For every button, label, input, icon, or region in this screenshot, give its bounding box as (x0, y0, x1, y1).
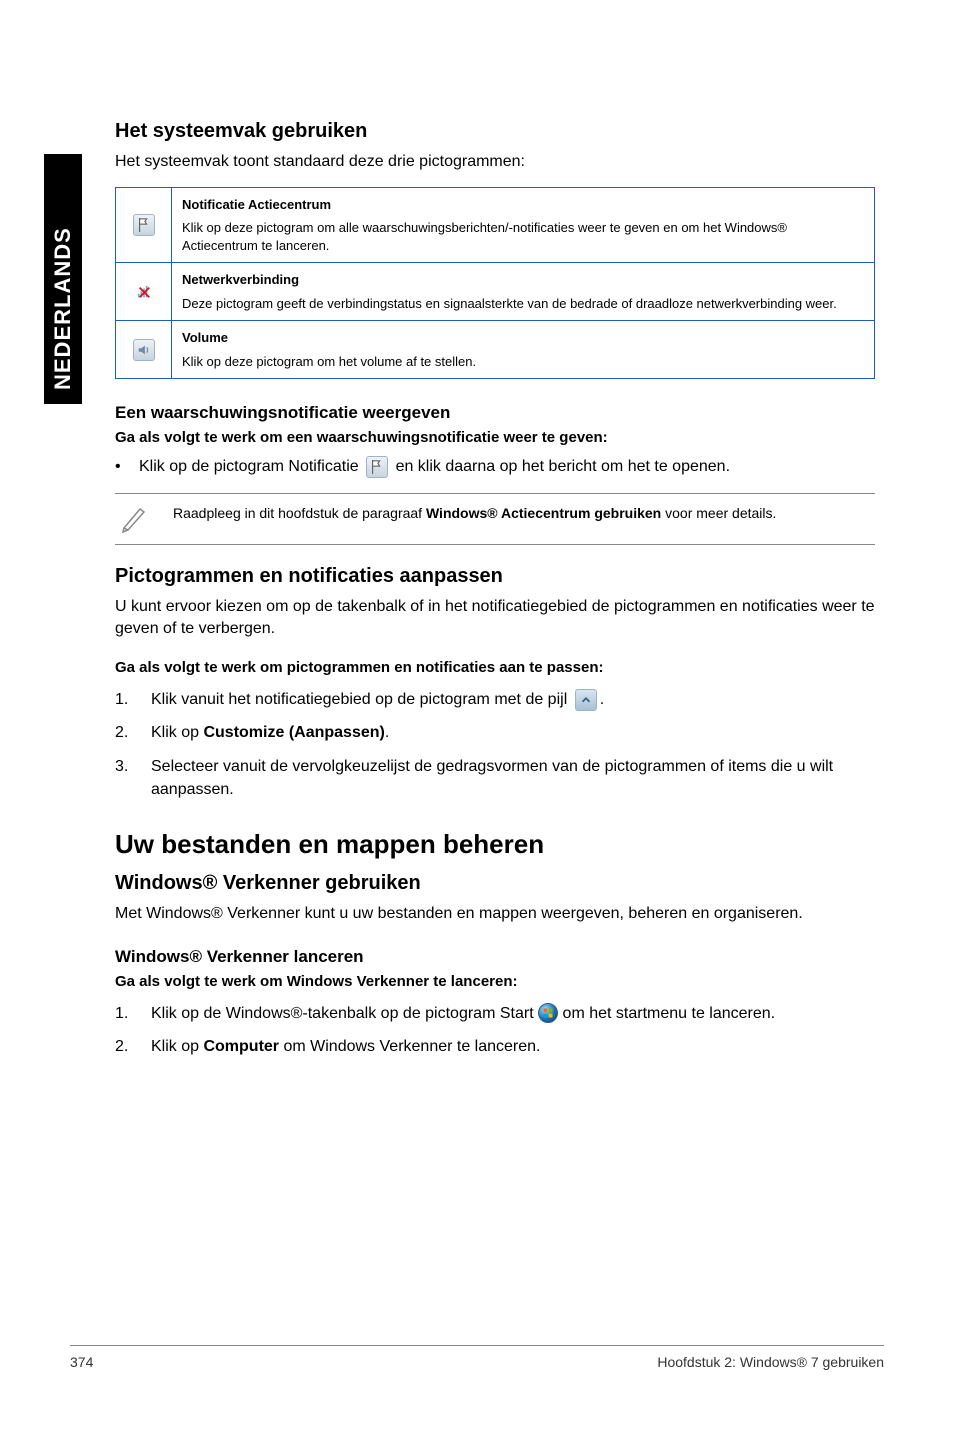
text-verkenner-gebruiken: Met Windows® Verkenner kunt u uw bestand… (115, 903, 875, 925)
steps-pictogrammen: 1. Klik vanuit het notificatiegebied op … (115, 688, 875, 801)
step-text: Klik op Computer om Windows Verkenner te… (151, 1035, 875, 1058)
text-bold: Computer (203, 1038, 279, 1055)
text-part: Klik op de pictogram Notificatie (139, 459, 363, 476)
row-title: Notificatie Actiecentrum (182, 196, 864, 214)
heading-verkenner-lanceren: Windows® Verkenner lanceren (115, 947, 875, 967)
step-text: Selecteer vanuit de vervolgkeuzelijst de… (151, 755, 875, 801)
list-item: 2. Klik op Computer om Windows Verkenner… (115, 1035, 875, 1058)
row-title: Netwerkverbinding (182, 271, 864, 289)
text-part: voor meer details. (661, 505, 776, 521)
row-desc: Klik op deze pictogram om het volume af … (182, 354, 476, 369)
heading-bestanden: Uw bestanden en mappen beheren (115, 829, 875, 860)
list-item: 1. Klik op de Windows®-takenbalk op de p… (115, 1002, 875, 1025)
language-side-tab: NEDERLANDS (44, 154, 82, 404)
text-part: . (385, 724, 389, 741)
text-part: om het startmenu te lanceren. (563, 1005, 776, 1022)
flag-icon-cell (116, 187, 172, 263)
network-icon-cell (116, 263, 172, 321)
table-row: Netwerkverbinding Deze pictogram geeft d… (116, 263, 875, 321)
bullet-dot: • (115, 456, 121, 478)
flag-icon (133, 214, 155, 236)
text-part: Klik op de Windows®-takenbalk op de pict… (151, 1005, 538, 1022)
step-text: Klik vanuit het notificatiegebied op de … (151, 688, 875, 711)
network-desc-cell: Netwerkverbinding Deze pictogram geeft d… (172, 263, 875, 321)
lead-verkenner-lanceren: Ga als volgt te werk om Windows Verkenne… (115, 973, 875, 990)
start-orb-icon (538, 1003, 558, 1023)
step-text: Klik op Customize (Aanpassen). (151, 721, 875, 744)
intro-pictogrammen: U kunt ervoor kiezen om op de takenbalk … (115, 596, 875, 639)
text-part: Klik op (151, 724, 203, 741)
note-text: Raadpleeg in dit hoofdstuk de paragraaf … (173, 504, 776, 523)
bullet-text: Klik op de pictogram Notificatie en klik… (139, 456, 730, 479)
heading-verkenner-gebruiken: Windows® Verkenner gebruiken (115, 872, 875, 895)
flag-icon (366, 456, 388, 478)
pencil-icon (115, 504, 155, 534)
volume-icon-cell (116, 321, 172, 379)
row-desc: Klik op deze pictogram om alle waarschuw… (182, 220, 787, 253)
chevron-up-icon (575, 689, 597, 711)
row-title: Volume (182, 329, 864, 347)
step-number: 1. (115, 1002, 133, 1025)
tray-icons-table: Notificatie Actiecentrum Klik op deze pi… (115, 187, 875, 380)
text-part: . (600, 691, 604, 708)
page-content: Het systeemvak gebruiken Het systeemvak … (115, 120, 875, 1068)
text-part: om Windows Verkenner te lanceren. (279, 1038, 540, 1055)
speaker-icon (133, 339, 155, 361)
lead-pictogrammen: Ga als volgt te werk om pictogrammen en … (115, 659, 875, 676)
bullet-notification: • Klik op de pictogram Notificatie en kl… (115, 456, 875, 479)
list-item: 1. Klik vanuit het notificatiegebied op … (115, 688, 875, 711)
lead-waarschuwing: Ga als volgt te werk om een waarschuwing… (115, 429, 875, 446)
text-part: Klik op (151, 1038, 203, 1055)
step-text: Klik op de Windows®-takenbalk op de pict… (151, 1002, 875, 1025)
note-box: Raadpleeg in dit hoofdstuk de paragraaf … (115, 493, 875, 545)
intro-systeemvak: Het systeemvak toont standaard deze drie… (115, 151, 875, 173)
heading-systeemvak: Het systeemvak gebruiken (115, 120, 875, 143)
heading-pictogrammen: Pictogrammen en notificaties aanpassen (115, 565, 875, 588)
steps-verkenner: 1. Klik op de Windows®-takenbalk op de p… (115, 1002, 875, 1058)
volume-desc-cell: Volume Klik op deze pictogram om het vol… (172, 321, 875, 379)
page-footer: 374 Hoofdstuk 2: Windows® 7 gebruiken (70, 1345, 884, 1370)
step-number: 1. (115, 688, 133, 711)
text-bold: Windows® Actiecentrum gebruiken (426, 505, 661, 521)
network-icon (133, 281, 155, 303)
step-number: 3. (115, 755, 133, 801)
step-number: 2. (115, 1035, 133, 1058)
row-desc: Deze pictogram geeft de verbindingstatus… (182, 296, 837, 311)
chapter-label: Hoofdstuk 2: Windows® 7 gebruiken (657, 1354, 884, 1370)
table-row: Volume Klik op deze pictogram om het vol… (116, 321, 875, 379)
table-row: Notificatie Actiecentrum Klik op deze pi… (116, 187, 875, 263)
heading-waarschuwing: Een waarschuwingsnotificatie weergeven (115, 403, 875, 423)
page-number: 374 (70, 1354, 93, 1370)
flag-desc-cell: Notificatie Actiecentrum Klik op deze pi… (172, 187, 875, 263)
step-number: 2. (115, 721, 133, 744)
text-bold: Customize (Aanpassen) (203, 724, 384, 741)
text-part: en klik daarna op het bericht om het te … (396, 459, 730, 476)
list-item: 2. Klik op Customize (Aanpassen). (115, 721, 875, 744)
list-item: 3. Selecteer vanuit de vervolgkeuzelijst… (115, 755, 875, 801)
text-part: Raadpleeg in dit hoofdstuk de paragraaf (173, 505, 426, 521)
text-part: Klik vanuit het notificatiegebied op de … (151, 691, 572, 708)
